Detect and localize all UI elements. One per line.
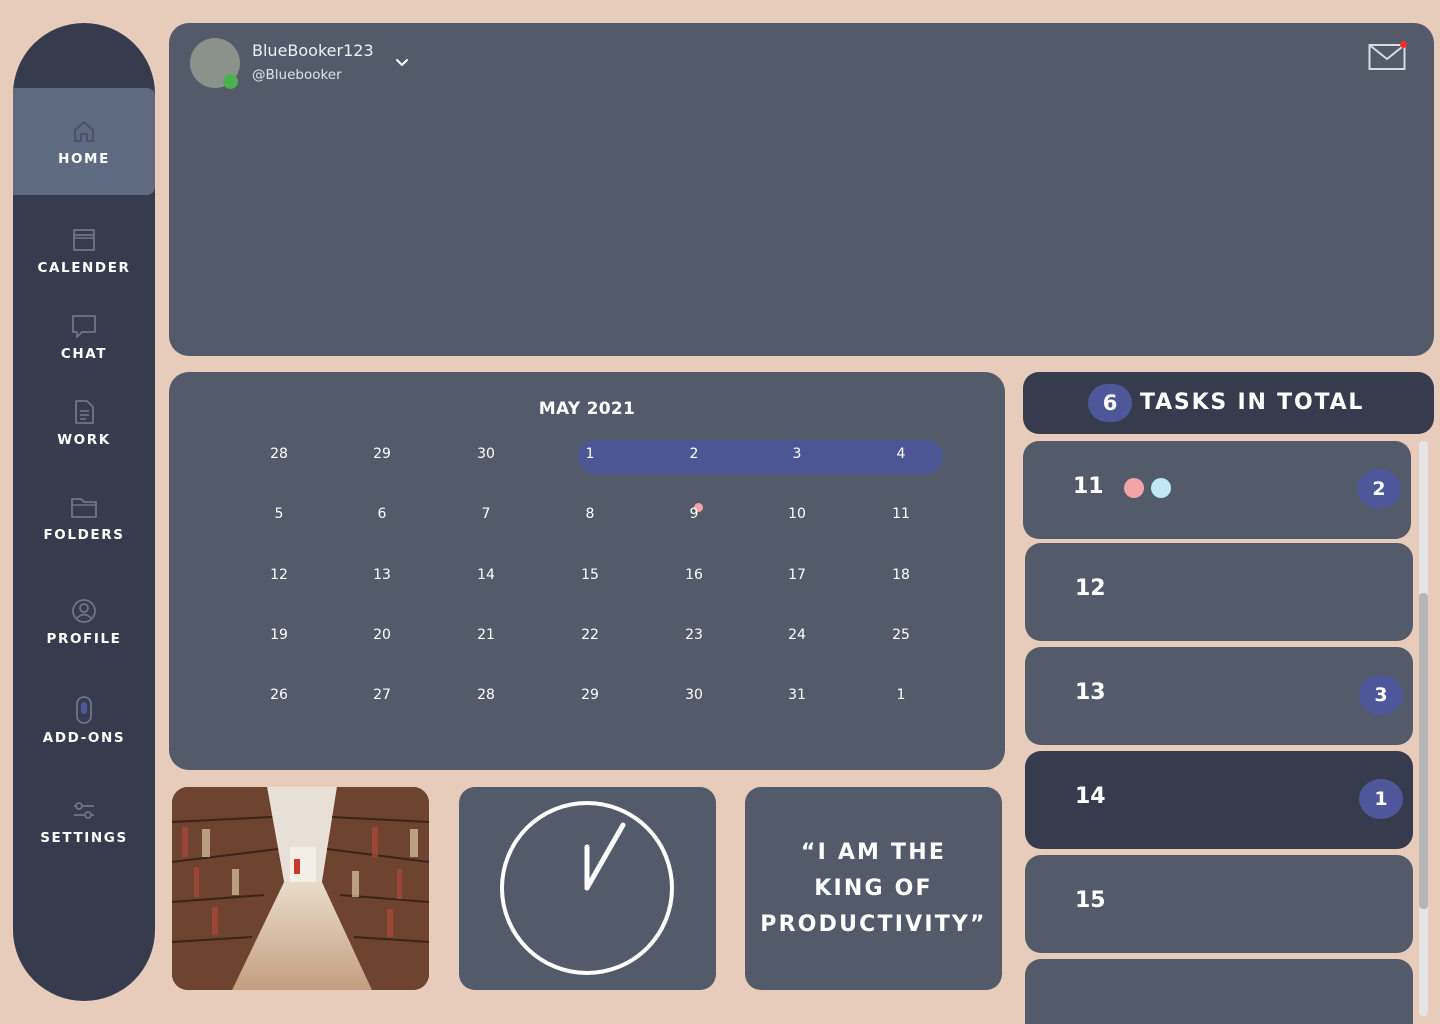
task-tag-dot <box>1151 478 1171 498</box>
nav-calender-label: CALENDER <box>37 260 131 276</box>
task-day-number: 15 <box>1075 888 1106 913</box>
sidebar: HOME CALENDER CHAT WORK FOLDERS PROFILE <box>13 23 155 1001</box>
calendar-month-title: MAY 2021 <box>538 399 636 419</box>
tasks-title: TASKS IN TOTAL <box>1140 390 1365 415</box>
calendar-day[interactable]: 31 <box>767 687 827 703</box>
chat-icon <box>70 312 98 340</box>
nav-folders[interactable]: FOLDERS <box>13 493 155 543</box>
task-day-number: 13 <box>1075 680 1106 705</box>
task-total-badge: 6 <box>1088 384 1132 422</box>
task-day-card[interactable]: 15 <box>1025 855 1413 953</box>
scrollbar-thumb[interactable] <box>1419 593 1428 909</box>
calendar-day[interactable]: 23 <box>664 627 724 643</box>
calendar-day[interactable]: 20 <box>352 627 412 643</box>
nav-home-label: HOME <box>58 150 110 167</box>
calendar-day[interactable]: 13 <box>352 567 412 583</box>
task-day-number: 14 <box>1075 784 1106 809</box>
mail-notification-dot <box>1400 41 1407 48</box>
calendar-day[interactable]: 5 <box>249 506 309 522</box>
username: BlueBooker123 <box>252 41 374 60</box>
nav-add-ons-label: ADD-ONS <box>42 730 126 746</box>
quote-line: KING OF <box>814 875 933 901</box>
calendar-day[interactable]: 8 <box>560 506 620 522</box>
calendar-day[interactable]: 24 <box>767 627 827 643</box>
calendar-day[interactable]: 3 <box>767 446 827 462</box>
calendar-panel: MAY 2021 28 29 30 1 2 3 4 5 6 7 8 9 10 11 12 13 14 15 16 17… <box>169 372 1005 770</box>
nav-calender[interactable]: CALENDER <box>13 226 155 276</box>
calendar-day[interactable]: 1 <box>560 446 620 462</box>
toggle-icon <box>70 696 98 724</box>
calendar-day[interactable]: 6 <box>352 506 412 522</box>
nav-settings[interactable]: SETTINGS <box>13 796 155 846</box>
calendar-day[interactable]: 15 <box>560 567 620 583</box>
calendar-day[interactable]: 30 <box>664 687 724 703</box>
calendar-day[interactable]: 1 <box>871 687 931 703</box>
nav-work[interactable]: WORK <box>13 398 155 448</box>
calendar-day[interactable]: 28 <box>249 446 309 462</box>
calendar-day[interactable]: 26 <box>249 687 309 703</box>
header-panel: BlueBooker123 @Bluebooker <box>169 23 1434 356</box>
clock-widget <box>459 787 716 990</box>
calendar-day[interactable]: 25 <box>871 627 931 643</box>
calendar-day[interactable]: 30 <box>456 446 516 462</box>
tasks-header: 6 TASKS IN TOTAL <box>1023 372 1434 434</box>
nav-profile-label: PROFILE <box>46 631 122 647</box>
calendar-day[interactable]: 14 <box>456 567 516 583</box>
quote-card: “I AM THE KING OF PRODUCTIVITY” <box>745 787 1002 990</box>
home-icon <box>70 117 98 145</box>
calendar-day[interactable]: 28 <box>456 687 516 703</box>
calendar-day[interactable]: 9 <box>664 506 724 522</box>
task-day-number: 11 <box>1073 474 1104 499</box>
task-day-card[interactable]: 12 <box>1025 543 1413 641</box>
task-tag-dot <box>1124 478 1144 498</box>
calendar-icon <box>70 226 98 254</box>
nav-work-label: WORK <box>57 432 111 448</box>
task-day-card[interactable]: 11 2 <box>1023 441 1411 539</box>
calendar-day[interactable]: 29 <box>352 446 412 462</box>
chevron-down-icon[interactable] <box>393 53 411 71</box>
nav-chat[interactable]: CHAT <box>13 312 155 362</box>
task-day-card[interactable]: 14 1 <box>1025 751 1413 849</box>
calendar-day[interactable]: 2 <box>664 446 724 462</box>
sliders-icon <box>70 796 98 824</box>
task-count-badge: 2 <box>1357 469 1401 509</box>
task-day-card[interactable] <box>1025 959 1413 1024</box>
nav-chat-label: CHAT <box>60 346 108 362</box>
calendar-day[interactable]: 21 <box>456 627 516 643</box>
user-handle: @Bluebooker <box>252 67 342 83</box>
calendar-day[interactable]: 27 <box>352 687 412 703</box>
analog-clock-icon <box>500 801 674 975</box>
task-count-badge: 1 <box>1359 779 1403 819</box>
nav-profile[interactable]: PROFILE <box>13 597 155 647</box>
task-list: 11 2 12 13 3 14 1 15 <box>1023 441 1440 1024</box>
calendar-day[interactable]: 4 <box>871 446 931 462</box>
nav-folders-label: FOLDERS <box>43 527 125 543</box>
quote-text: “I AM THE KING OF PRODUCTIVITY” <box>759 835 989 943</box>
task-day-card[interactable]: 13 3 <box>1025 647 1413 745</box>
task-day-number: 12 <box>1075 576 1106 601</box>
calendar-day[interactable]: 17 <box>767 567 827 583</box>
document-icon <box>70 398 98 426</box>
user-icon <box>70 597 98 625</box>
calendar-day[interactable]: 7 <box>456 506 516 522</box>
online-status-indicator <box>223 74 238 89</box>
quote-line: PRODUCTIVITY” <box>760 911 987 937</box>
nav-settings-label: SETTINGS <box>40 830 128 846</box>
folder-icon <box>70 493 98 521</box>
calendar-day[interactable]: 29 <box>560 687 620 703</box>
quote-line: “I AM THE <box>800 839 947 865</box>
calendar-day[interactable]: 11 <box>871 506 931 522</box>
calendar-day[interactable]: 19 <box>249 627 309 643</box>
calendar-day[interactable]: 12 <box>249 567 309 583</box>
calendar-day[interactable]: 18 <box>871 567 931 583</box>
calendar-day[interactable]: 10 <box>767 506 827 522</box>
library-photo <box>172 787 429 990</box>
nav-add-ons[interactable]: ADD-ONS <box>13 696 155 746</box>
calendar-day[interactable]: 16 <box>664 567 724 583</box>
task-count-badge: 3 <box>1359 675 1403 715</box>
nav-home[interactable]: HOME <box>13 88 155 195</box>
calendar-day[interactable]: 22 <box>560 627 620 643</box>
